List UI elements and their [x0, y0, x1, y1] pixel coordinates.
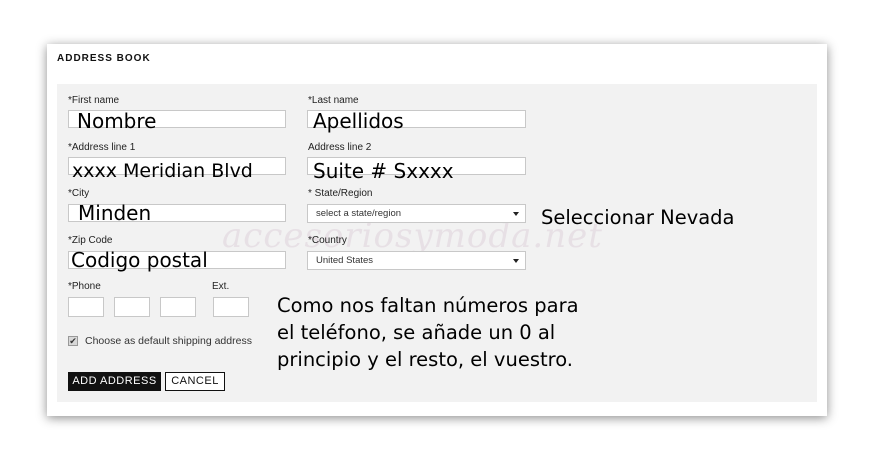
- address-line-1-label: *Address line 1: [68, 142, 136, 153]
- chevron-down-icon: [513, 259, 519, 263]
- state-label: * State/Region: [308, 188, 373, 199]
- zip-code-input[interactable]: Codigo postal: [68, 248, 286, 272]
- phone-extension-input[interactable]: [213, 297, 249, 317]
- add-address-button[interactable]: ADD ADDRESS: [68, 372, 161, 391]
- zip-code-label: *Zip Code: [68, 235, 113, 246]
- country-label: *Country: [308, 235, 347, 246]
- phone-note-line-1: Como nos faltan números para: [277, 294, 579, 317]
- city-value: Minden: [78, 201, 152, 225]
- phone-line-number-input[interactable]: [160, 297, 196, 317]
- ext-label: Ext.: [212, 281, 230, 292]
- country-selected-value: United States: [316, 255, 374, 266]
- first-name-input[interactable]: Nombre: [68, 110, 286, 132]
- card-title: ADDRESS BOOK: [57, 53, 151, 64]
- address-line-1-input[interactable]: xxxx Meridian Blvd: [68, 157, 286, 182]
- city-input[interactable]: Minden: [68, 201, 286, 225]
- phone-prefix-input[interactable]: [114, 297, 150, 317]
- first-name-label: *First name: [68, 95, 120, 106]
- last-name-value: Apellidos: [313, 109, 404, 133]
- chevron-down-icon: [513, 212, 519, 216]
- address-line-1-value: xxxx Meridian Blvd: [72, 160, 253, 182]
- default-shipping-checkbox[interactable]: ✔: [68, 336, 78, 346]
- phone-note-line-3: principio y el resto, el vuestro.: [277, 348, 573, 371]
- city-label: *City: [68, 188, 90, 199]
- default-shipping-label: Choose as default shipping address: [85, 335, 252, 347]
- address-line-2-label: Address line 2: [308, 142, 372, 153]
- phone-note: Como nos faltan números para el teléfono…: [277, 292, 579, 373]
- state-note: Seleccionar Nevada: [541, 206, 735, 229]
- phone-label: *Phone: [68, 281, 101, 292]
- address-line-2-input[interactable]: Suite # Sxxxx: [307, 157, 526, 182]
- phone-area-code-input[interactable]: [68, 297, 104, 317]
- phone-note-line-2: el teléfono, se añade un 0 al: [277, 321, 556, 344]
- first-name-value: Nombre: [77, 109, 157, 133]
- address-line-2-value: Suite # Sxxxx: [313, 159, 454, 183]
- last-name-input[interactable]: Apellidos: [307, 110, 526, 132]
- last-name-label: *Last name: [308, 95, 359, 106]
- zip-code-value: Codigo postal: [71, 248, 208, 272]
- state-selected-value: select a state/region: [316, 208, 402, 219]
- checkmark-icon: ✔: [69, 336, 77, 346]
- state-select[interactable]: select a state/region: [307, 204, 526, 223]
- country-select[interactable]: United States: [307, 251, 526, 270]
- cancel-button[interactable]: CANCEL: [165, 372, 225, 391]
